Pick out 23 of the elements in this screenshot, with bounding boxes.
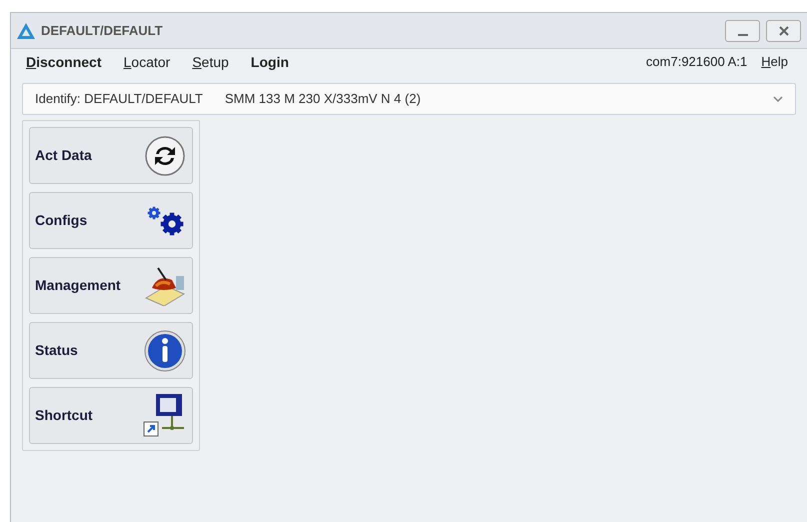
nav-button[interactable]: Act Data [29,127,193,184]
device-info: SMM 133 M 230 X/333mV N 4 (2) [224,90,421,108]
help-menu-item[interactable]: Help [761,52,788,72]
window-title: DEFAULT/DEFAULT [41,22,163,40]
identify-label: Identify: DEFAULT/DEFAULT [35,90,203,108]
identify-dropdown[interactable]: Identify: DEFAULT/DEFAULT SMM 133 M 230 X/333mV N 4 (2) [22,83,796,115]
close-button[interactable] [766,20,801,42]
nav-button[interactable]: Management [29,257,193,314]
info-icon [144,330,186,372]
menu-item[interactable]: Locator [123,52,170,72]
chevron-down-icon [773,96,783,102]
connection-status: com7:921600 A:1 [646,53,748,72]
menu-item[interactable]: Setup [192,52,229,72]
menu-item[interactable]: Login [250,52,289,72]
menu-item[interactable]: Disconnect [26,52,102,72]
computer-shortcut-icon [142,394,186,438]
nav-button[interactable]: Shortcut [29,387,193,444]
close-icon [778,26,788,36]
nav-button[interactable]: Configs [29,192,193,249]
triangle-logo-icon [17,22,35,38]
refresh-icon [144,134,186,176]
minimize-button[interactable] [725,20,760,42]
nav-button[interactable]: Status [29,322,193,379]
